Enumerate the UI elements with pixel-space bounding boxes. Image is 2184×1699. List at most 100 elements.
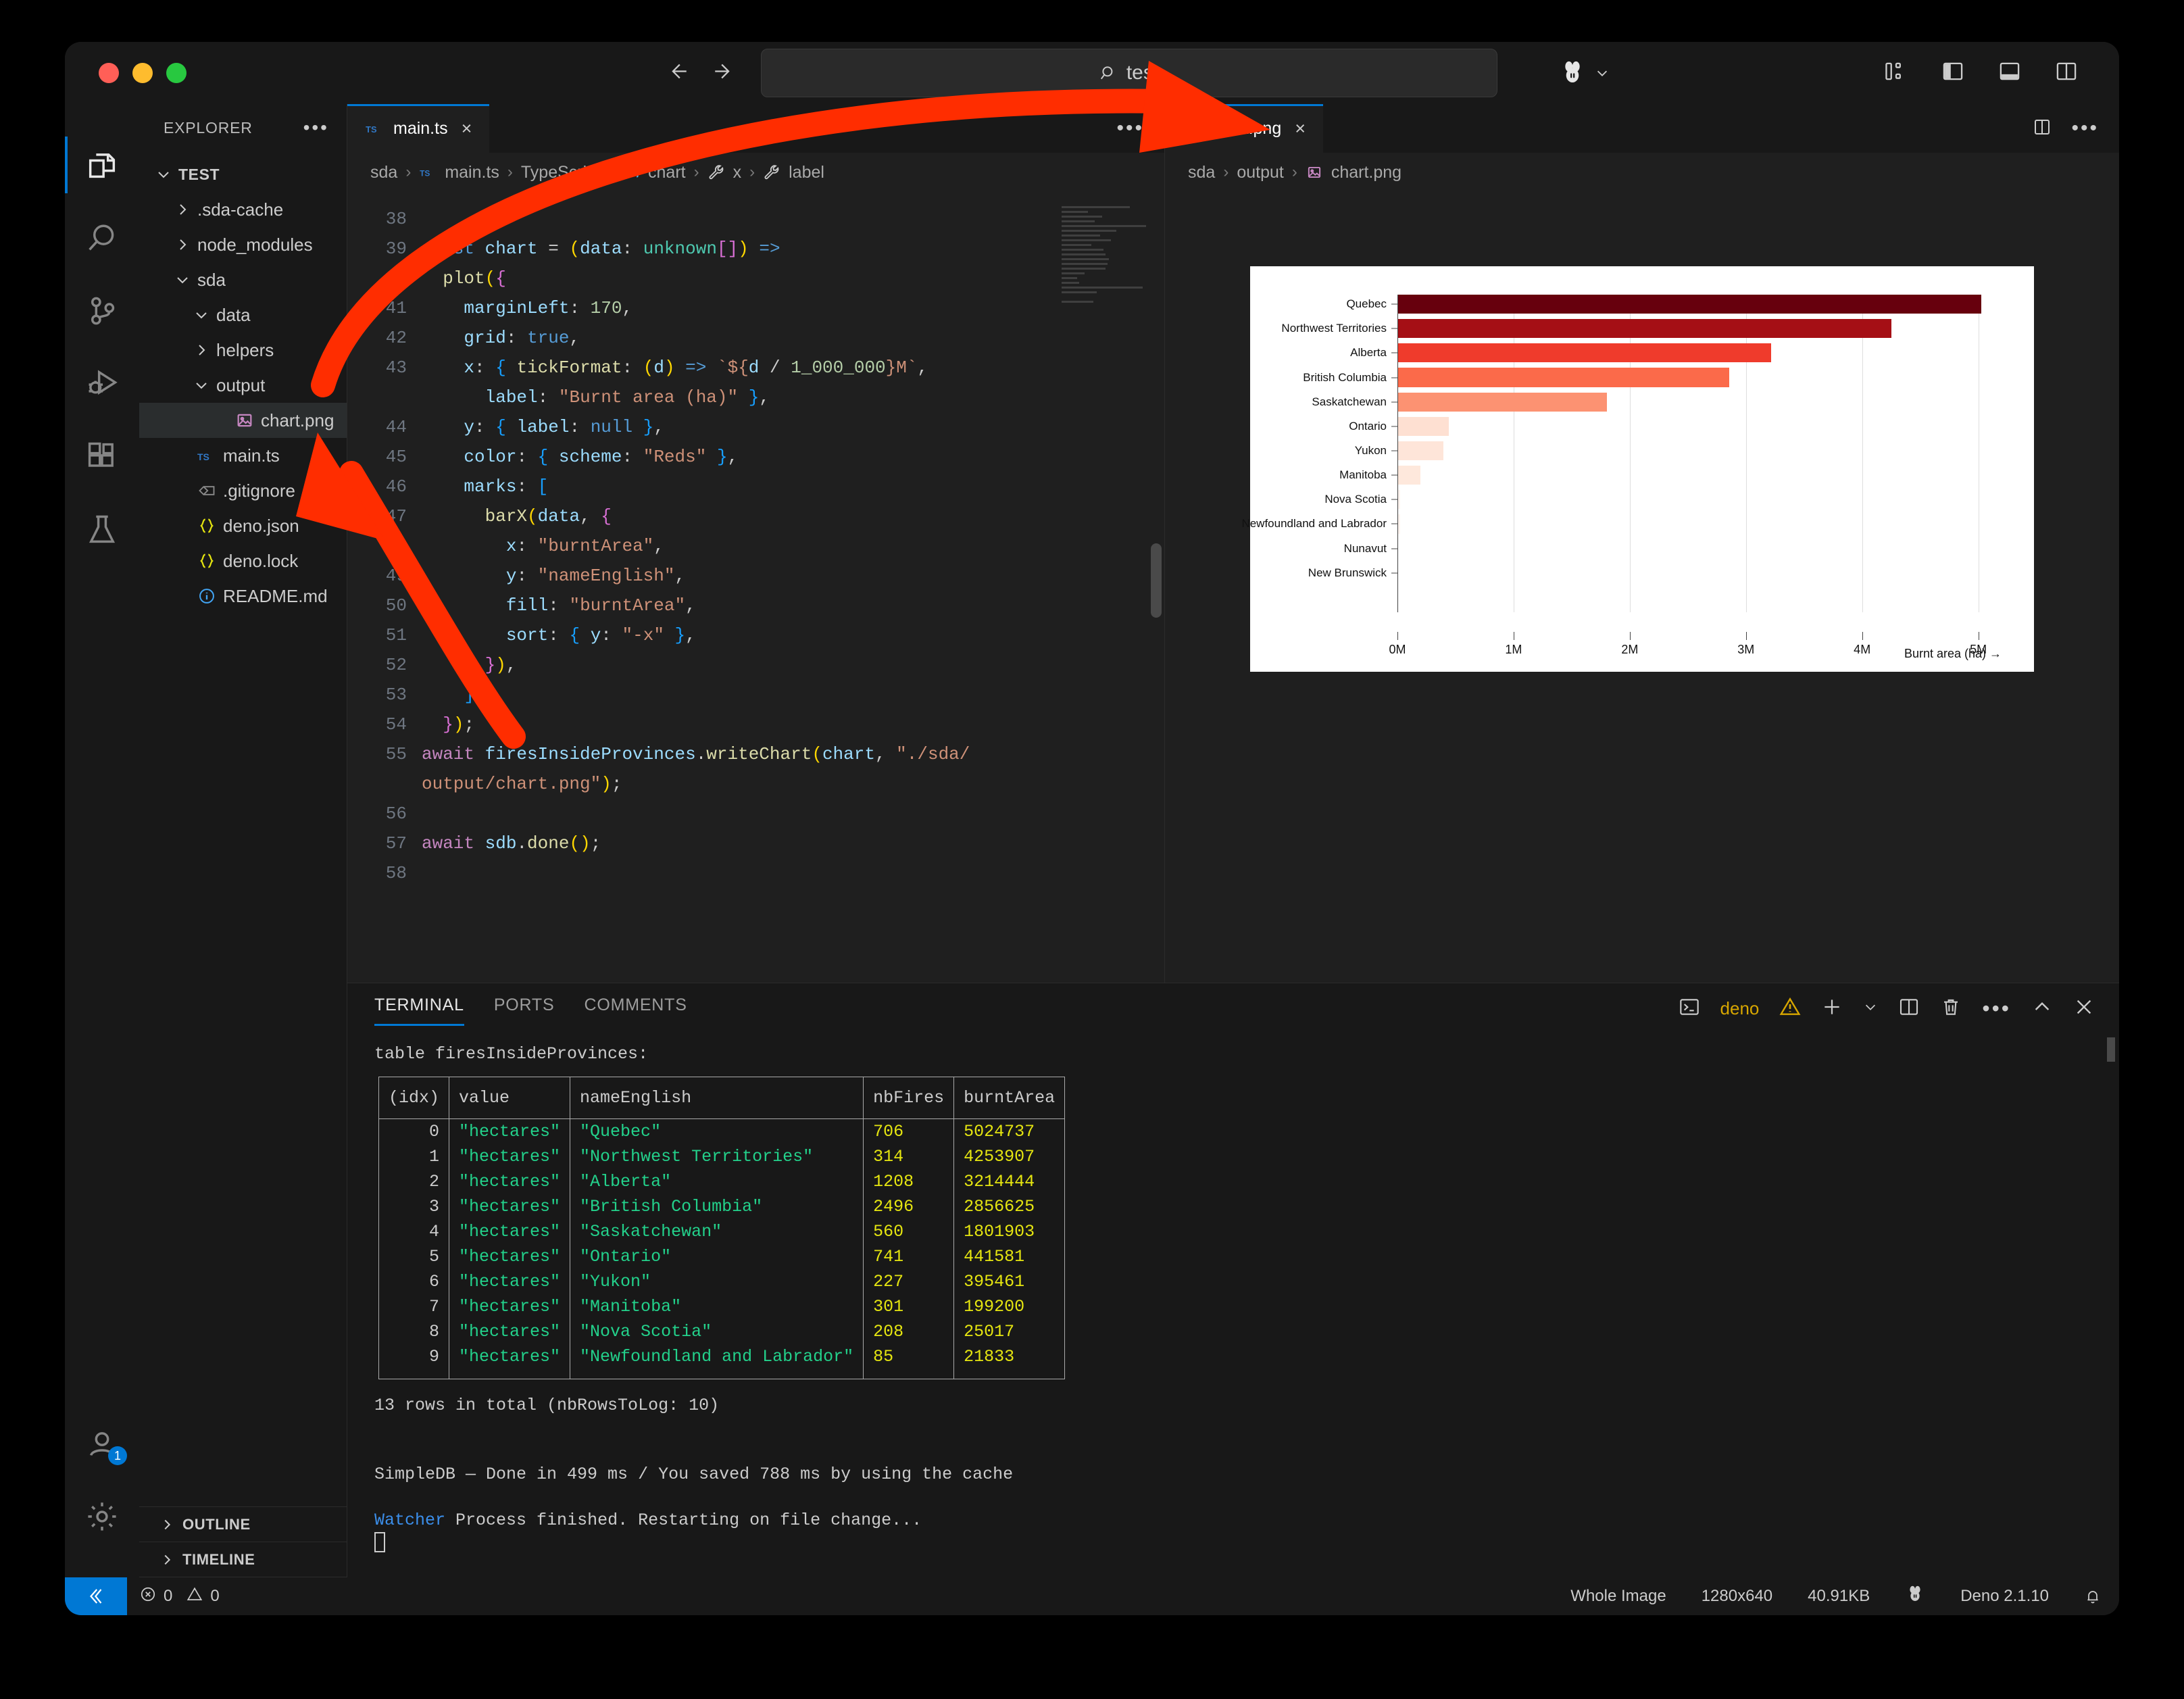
tree-item-sda[interactable]: sda	[139, 262, 347, 297]
breadcrumb-left[interactable]: sda › TS main.ts › TypeScript › chart › …	[347, 153, 1164, 192]
warning-icon[interactable]	[1779, 996, 1801, 1021]
tree-item-deno-lock[interactable]: deno.lock	[139, 543, 347, 578]
arrow-right-icon[interactable]	[712, 60, 735, 87]
close-icon[interactable]: ×	[1295, 118, 1306, 139]
tab-bar-actions-left[interactable]: •••	[1116, 104, 1164, 153]
breadcrumb-item-1[interactable]: output	[1237, 163, 1284, 182]
tab-ports[interactable]: PORTS	[494, 995, 555, 1022]
deno-menu-button[interactable]	[1558, 59, 1610, 87]
code-content[interactable]: const chart = (data: unknown[]) => plot(…	[422, 192, 1164, 983]
maximize-window-button[interactable]	[166, 63, 187, 83]
layout-controls[interactable]	[1884, 61, 2079, 86]
tree-item--sda-cache[interactable]: .sda-cache	[139, 192, 347, 227]
notifications-button[interactable]	[2066, 1587, 2119, 1605]
close-icon[interactable]: ×	[462, 118, 472, 139]
tree-item-readme-md[interactable]: README.md	[139, 578, 347, 614]
chart-y-tick	[1391, 572, 1397, 574]
deno-version-status[interactable]: Deno 2.1.10	[1943, 1587, 2066, 1606]
panel-actions[interactable]: deno •••	[1679, 996, 2119, 1021]
minimize-window-button[interactable]	[132, 63, 153, 83]
file-tree[interactable]: TEST .sda-cache node_modules sda data helpers…	[139, 151, 347, 1506]
explorer-more-actions[interactable]: •••	[303, 118, 329, 137]
tree-item-output[interactable]: output	[139, 368, 347, 403]
image-preview-pane[interactable]: Quebec Northwest Territories Alberta Britis…	[1165, 192, 2119, 983]
terminal-scrollbar-thumb[interactable]	[2107, 1037, 2115, 1062]
customize-layout-icon[interactable]	[1884, 61, 1908, 86]
tab-main-ts[interactable]: TS main.ts ×	[347, 104, 490, 153]
image-filesize-status[interactable]: 40.91KB	[1790, 1587, 1887, 1606]
sidebar-item-testing[interactable]	[65, 493, 139, 566]
sidebar-item-timeline[interactable]: TIMELINE	[139, 1542, 347, 1577]
close-icon[interactable]	[2073, 996, 2095, 1021]
remote-window-button[interactable]	[65, 1577, 127, 1615]
more-actions-icon[interactable]: •••	[1982, 998, 2011, 1019]
tab-bar-actions-right[interactable]: •••	[2032, 104, 2119, 153]
problems-status[interactable]: 0 0	[127, 1585, 232, 1608]
chevron-up-icon[interactable]	[2031, 996, 2053, 1021]
source-control-icon	[91, 297, 115, 325]
sidebar-item-outline[interactable]: OUTLINE	[139, 1507, 347, 1542]
table-cell: 199200	[953, 1294, 1066, 1319]
breadcrumb-item-2[interactable]: chart.png	[1331, 163, 1401, 182]
more-actions-icon[interactable]: •••	[2071, 118, 2099, 139]
sidebar-item-extensions[interactable]	[65, 420, 139, 493]
more-actions-icon[interactable]: •••	[1116, 118, 1144, 139]
breadcrumb-item-5[interactable]: label	[789, 163, 824, 182]
sidebar-item-search[interactable]	[65, 201, 139, 274]
chart-bar-row: Alberta	[1350, 343, 2002, 363]
close-window-button[interactable]	[99, 63, 119, 83]
tab-chart-png[interactable]: chart.png ×	[1165, 104, 1324, 153]
toggle-primary-sidebar-icon[interactable]	[1941, 61, 1965, 86]
toggle-panel-icon[interactable]	[1997, 61, 2022, 86]
minimap[interactable]	[1062, 201, 1149, 377]
breadcrumb-item-0[interactable]: sda	[370, 163, 397, 182]
table-cell: 2856625	[953, 1194, 1066, 1219]
table-cell: "hectares"	[449, 1319, 571, 1344]
search-input[interactable]: test	[761, 49, 1497, 97]
image-dimensions-status[interactable]: 1280x640	[1684, 1587, 1790, 1606]
table-cell: "Northwest Territories"	[570, 1144, 864, 1169]
tree-item-test[interactable]: TEST	[139, 157, 347, 192]
sidebar-item-source-control[interactable]	[65, 274, 139, 347]
split-editor-icon[interactable]	[2032, 118, 2052, 140]
breadcrumb-item-3[interactable]: chart	[648, 163, 686, 182]
breadcrumb-item-2[interactable]: TypeScript	[521, 163, 601, 182]
tab-comments[interactable]: COMMENTS	[584, 995, 687, 1022]
tab-terminal[interactable]: TERMINAL	[374, 995, 464, 1026]
error-icon	[139, 1585, 157, 1608]
tree-item-helpers[interactable]: helpers	[139, 333, 347, 368]
table-column-header: nbFires	[863, 1077, 955, 1119]
chevron-down-icon[interactable]	[1863, 1000, 1878, 1018]
tree-item-main-ts[interactable]: TS main.ts	[139, 438, 347, 473]
terminal-name[interactable]: deno	[1720, 998, 1760, 1019]
deno-status[interactable]	[1887, 1584, 1943, 1609]
terminal-icon[interactable]	[1679, 996, 1700, 1021]
settings-button[interactable]	[65, 1480, 139, 1553]
panel-tab-bar: TERMINAL PORTS COMMENTS deno •••	[347, 983, 2119, 1033]
breadcrumb-item-4[interactable]: x	[733, 163, 742, 182]
code-editor[interactable]: 38 39 40 41 42 43 44 45 46 47 48 49 50 51 52 53 54 55 56 57…	[347, 192, 1164, 983]
tree-item--gitignore[interactable]: .gitignore	[139, 473, 347, 508]
new-terminal-icon[interactable]	[1821, 996, 1843, 1021]
sidebar-item-run-and-debug[interactable]	[65, 347, 139, 420]
accounts-button[interactable]: 1	[65, 1407, 139, 1480]
window-controls[interactable]	[99, 63, 187, 83]
toggle-secondary-sidebar-icon[interactable]	[2054, 61, 2079, 86]
navigation-arrows[interactable]	[666, 60, 735, 87]
breadcrumb-item-0[interactable]: sda	[1188, 163, 1215, 182]
error-count: 0	[164, 1587, 173, 1605]
breadcrumb-item-1[interactable]: main.ts	[445, 163, 499, 182]
tree-item-chart-png[interactable]: chart.png	[139, 403, 347, 438]
arrow-left-icon[interactable]	[666, 60, 689, 87]
terminal-output[interactable]: table firesInsideProvinces: (idx) value na…	[347, 1033, 2119, 1577]
terminal-cursor	[374, 1532, 2119, 1555]
split-terminal-icon[interactable]	[1898, 996, 1920, 1021]
image-mode-status[interactable]: Whole Image	[1553, 1587, 1683, 1606]
tree-item-node-modules[interactable]: node_modules	[139, 227, 347, 262]
breadcrumb-right[interactable]: sda › output › chart.png	[1165, 153, 2119, 192]
tree-item-data[interactable]: data	[139, 297, 347, 333]
editor-scrollbar-thumb[interactable]	[1151, 543, 1162, 618]
tree-item-deno-json[interactable]: deno.json	[139, 508, 347, 543]
sidebar-item-explorer[interactable]	[65, 128, 139, 201]
trash-icon[interactable]	[1940, 996, 1962, 1021]
